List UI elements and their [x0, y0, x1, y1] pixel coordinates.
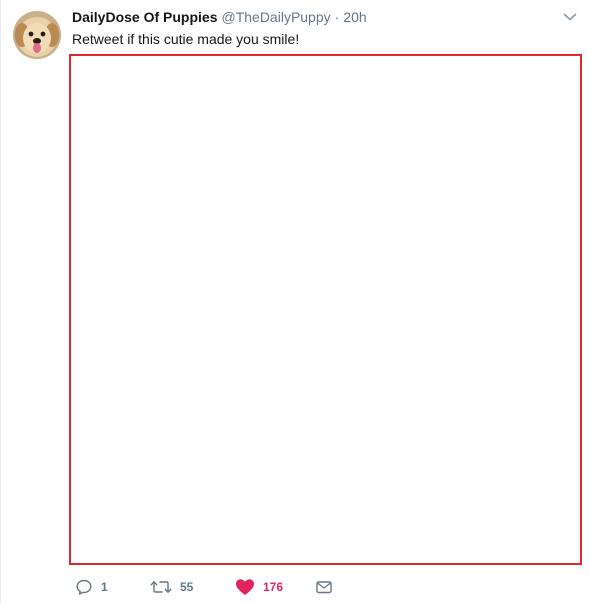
- author-avatar[interactable]: [13, 11, 61, 59]
- like-count: 176: [263, 580, 284, 594]
- tweet-actions: 1 55 176: [75, 577, 375, 597]
- puppy-avatar-icon: [13, 11, 61, 59]
- direct-message-button[interactable]: [315, 577, 333, 597]
- like-button[interactable]: 176: [235, 577, 283, 597]
- reply-count: 1: [101, 580, 108, 594]
- header-separator: ·: [334, 9, 340, 25]
- tweet-header: DailyDose Of Puppies @TheDailyPuppy · 20…: [72, 9, 367, 29]
- author-name[interactable]: DailyDose Of Puppies: [72, 9, 217, 25]
- envelope-icon: [316, 581, 332, 594]
- tweet-timestamp[interactable]: 20h: [343, 9, 366, 25]
- tweet-menu-button[interactable]: [563, 12, 577, 22]
- tweet-card: DailyDose Of Puppies @TheDailyPuppy · 20…: [0, 0, 589, 603]
- heart-icon: [236, 579, 254, 595]
- retweet-icon: [150, 581, 172, 593]
- chevron-down-icon: [563, 13, 577, 21]
- reply-button[interactable]: 1: [75, 577, 108, 597]
- tweet-media[interactable]: [69, 54, 582, 565]
- retweet-count: 55: [180, 580, 194, 594]
- author-handle[interactable]: @TheDailyPuppy: [221, 9, 330, 25]
- tweet-text: Retweet if this cutie made you smile!: [72, 31, 300, 47]
- reply-icon: [76, 579, 92, 595]
- retweet-button[interactable]: 55: [150, 577, 193, 597]
